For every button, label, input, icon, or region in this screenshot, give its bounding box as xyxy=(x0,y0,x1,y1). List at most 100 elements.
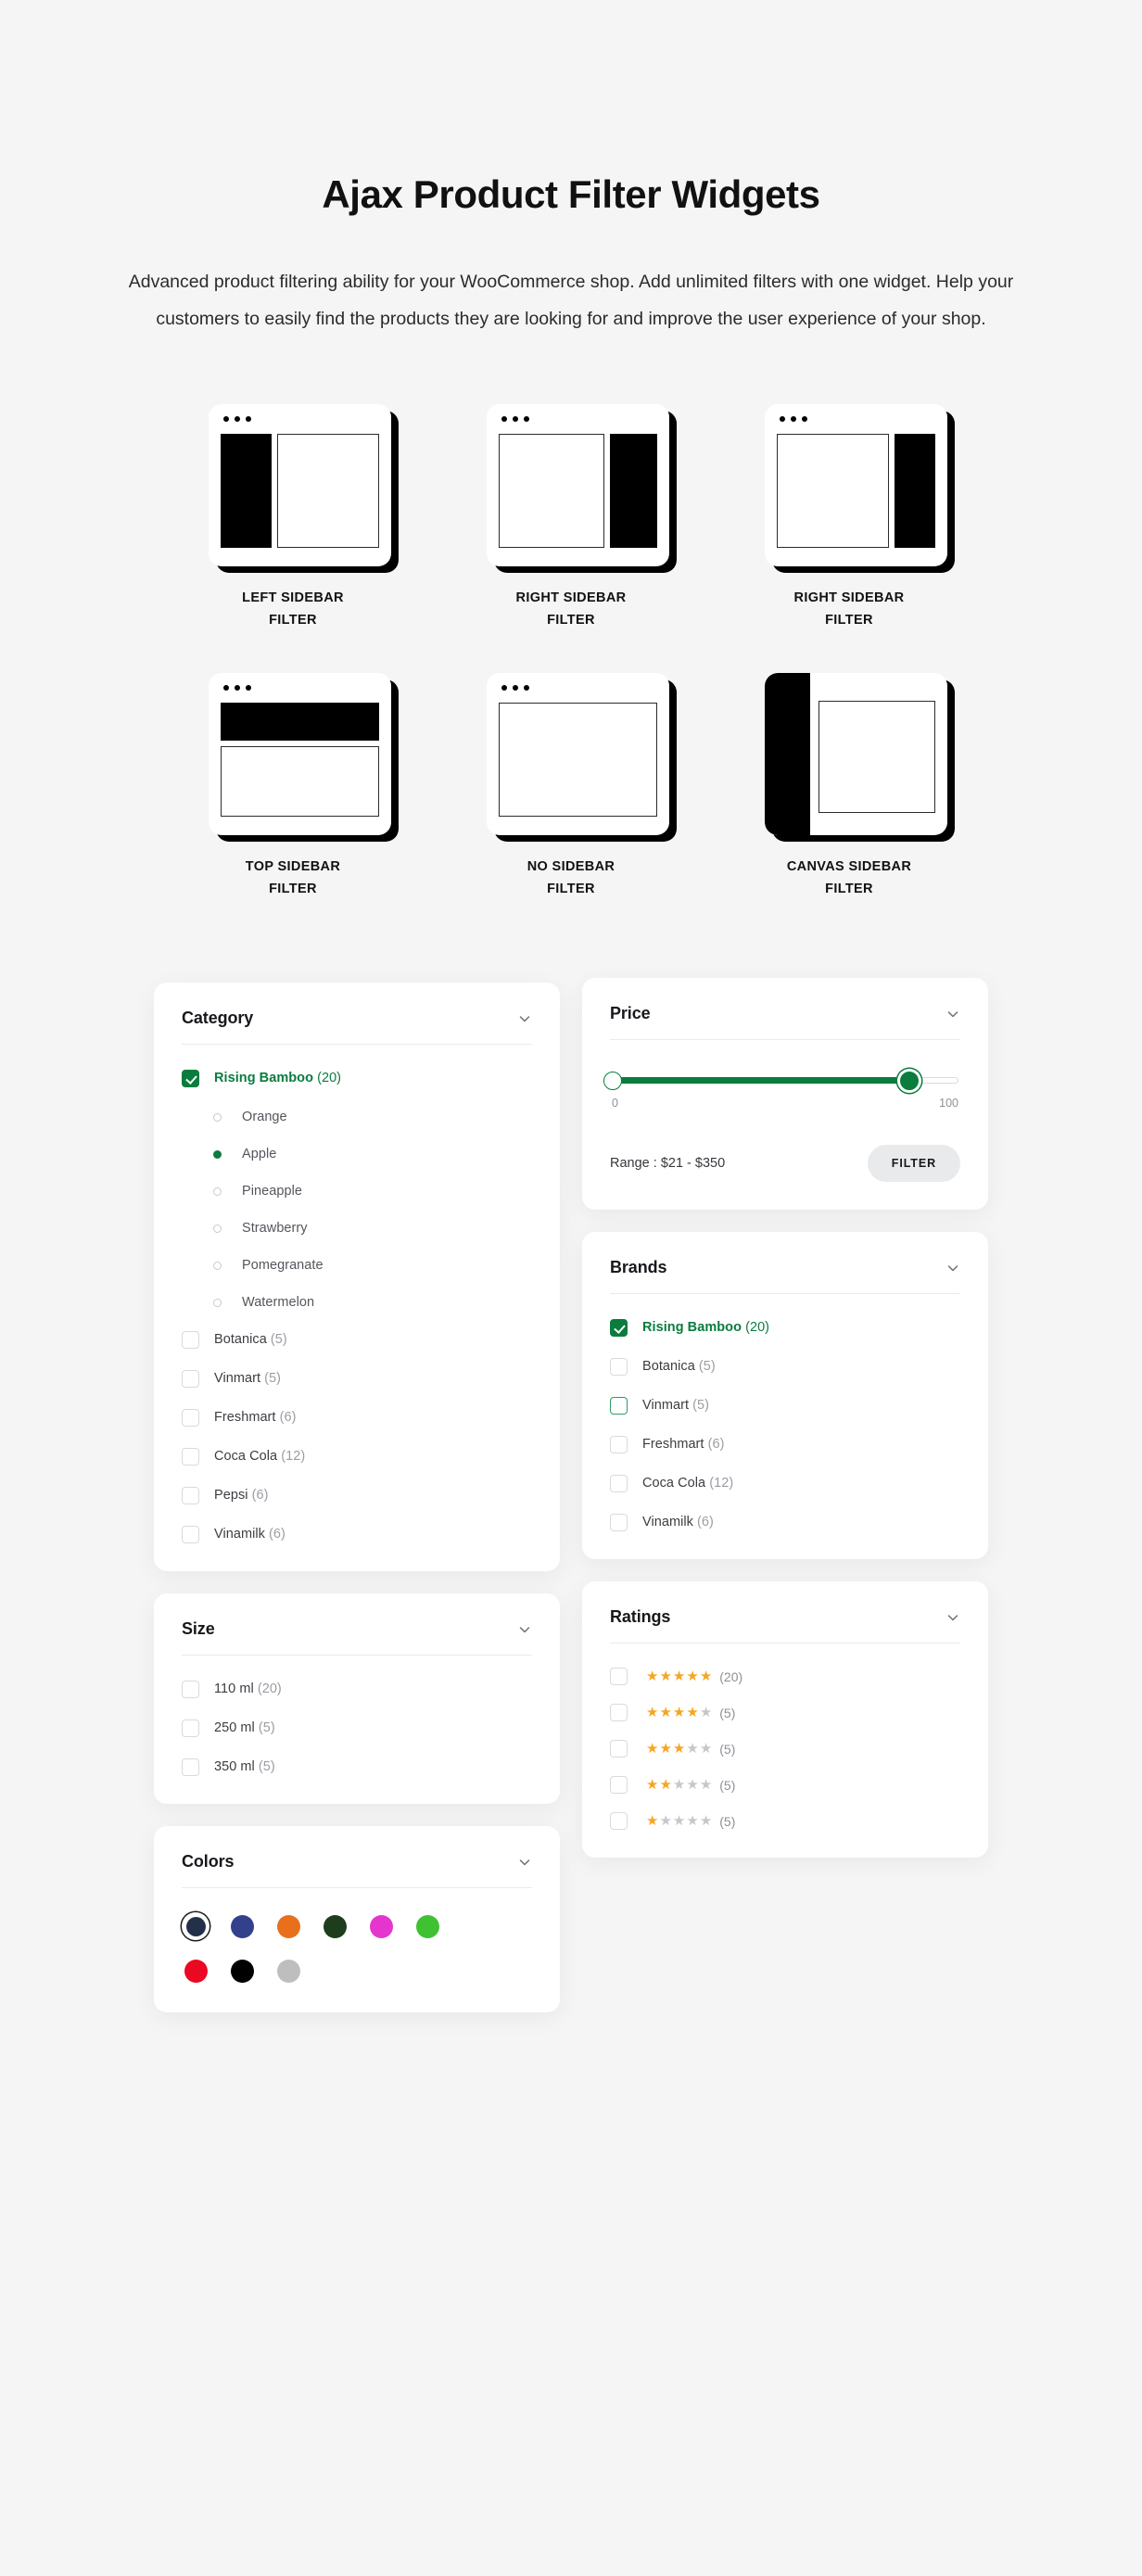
checkbox[interactable] xyxy=(610,1475,628,1492)
slider-track[interactable] xyxy=(612,1077,958,1084)
radio-button[interactable] xyxy=(213,1262,222,1270)
color-swatch-0[interactable] xyxy=(182,1912,209,1940)
layout-option-0[interactable]: LEFT SIDEBARFILTER xyxy=(154,399,432,632)
checkbox[interactable] xyxy=(610,1740,628,1758)
rating-item-2[interactable]: ★★★★★(5) xyxy=(610,1740,960,1758)
brand-item-5[interactable]: Vinamilk (6) xyxy=(610,1513,960,1531)
checkbox[interactable] xyxy=(182,1409,199,1427)
layout-option-1[interactable]: RIGHT SIDEBARFILTER xyxy=(432,399,710,632)
rating-count: (5) xyxy=(719,1707,735,1719)
layout-thumbnail[interactable] xyxy=(200,399,386,565)
size-item-1[interactable]: 250 ml (5) xyxy=(182,1719,532,1737)
category-item-1[interactable]: Orange xyxy=(182,1108,532,1126)
layout-option-5[interactable]: CANVAS SIDEBARFILTER xyxy=(710,667,988,901)
checkbox[interactable] xyxy=(610,1358,628,1376)
layout-thumbnail[interactable] xyxy=(478,667,664,834)
checkbox[interactable] xyxy=(610,1776,628,1794)
checkbox[interactable] xyxy=(610,1397,628,1415)
checkbox[interactable] xyxy=(182,1331,199,1349)
size-item-0[interactable]: 110 ml (20) xyxy=(182,1680,532,1698)
layout-thumbnail[interactable] xyxy=(200,667,386,834)
category-item-11[interactable]: Pepsi (6) xyxy=(182,1486,532,1504)
category-item-0[interactable]: Rising Bamboo (20) xyxy=(182,1069,532,1087)
star-icon: ★ xyxy=(673,1669,685,1683)
radio-button[interactable] xyxy=(213,1225,222,1233)
category-item-6[interactable]: Watermelon xyxy=(182,1293,532,1312)
layout-option-4[interactable]: NO SIDEBARFILTER xyxy=(432,667,710,901)
category-item-3[interactable]: Pineapple xyxy=(182,1182,532,1200)
radio-button[interactable] xyxy=(213,1299,222,1307)
thumbnail-window xyxy=(765,673,947,835)
checkbox[interactable] xyxy=(610,1436,628,1453)
brand-item-2[interactable]: Vinmart (5) xyxy=(610,1396,960,1415)
star-icon: ★ xyxy=(659,1669,671,1683)
checkbox[interactable] xyxy=(610,1319,628,1337)
color-swatch-1[interactable] xyxy=(228,1912,256,1940)
color-swatch-2[interactable] xyxy=(274,1912,302,1940)
category-item-5[interactable]: Pomegranate xyxy=(182,1256,532,1275)
checkbox[interactable] xyxy=(182,1448,199,1466)
rating-item-4[interactable]: ★★★★★(5) xyxy=(610,1812,960,1830)
slider-max-label: 100 xyxy=(939,1097,958,1110)
checkbox[interactable] xyxy=(182,1681,199,1698)
item-label: Vinmart (5) xyxy=(642,1398,709,1413)
brand-item-3[interactable]: Freshmart (6) xyxy=(610,1435,960,1453)
filter-button[interactable]: FILTER xyxy=(868,1145,960,1182)
layout-thumbnail[interactable] xyxy=(756,399,942,565)
thumbnail-window xyxy=(487,404,669,566)
chevron-down-icon[interactable] xyxy=(945,1261,960,1275)
layout-option-3[interactable]: TOP SIDEBARFILTER xyxy=(154,667,432,901)
layout-thumbnail[interactable] xyxy=(478,399,664,565)
size-item-2[interactable]: 350 ml (5) xyxy=(182,1758,532,1776)
color-swatch-4[interactable] xyxy=(367,1912,395,1940)
chevron-down-icon[interactable] xyxy=(945,1610,960,1625)
checkbox[interactable] xyxy=(610,1514,628,1531)
layout-option-2[interactable]: RIGHT SIDEBARFILTER xyxy=(710,399,988,632)
category-item-8[interactable]: Vinmart (5) xyxy=(182,1369,532,1388)
radio-button[interactable] xyxy=(213,1187,222,1196)
color-swatch-6[interactable] xyxy=(182,1957,209,1985)
rating-item-1[interactable]: ★★★★★(5) xyxy=(610,1704,960,1721)
layout-thumbnail[interactable] xyxy=(756,667,942,834)
radio-button[interactable] xyxy=(213,1150,222,1159)
checkbox[interactable] xyxy=(182,1370,199,1388)
checkbox[interactable] xyxy=(610,1812,628,1830)
color-swatch-5[interactable] xyxy=(413,1912,441,1940)
rating-item-3[interactable]: ★★★★★(5) xyxy=(610,1776,960,1794)
slider-knob-min[interactable] xyxy=(603,1072,622,1090)
chevron-down-icon[interactable] xyxy=(945,1007,960,1022)
chevron-down-icon[interactable] xyxy=(517,1011,532,1026)
brand-item-0[interactable]: Rising Bamboo (20) xyxy=(610,1318,960,1337)
color-dot xyxy=(231,1915,254,1938)
brand-item-1[interactable]: Botanica (5) xyxy=(610,1357,960,1376)
category-item-12[interactable]: Vinamilk (6) xyxy=(182,1525,532,1543)
category-item-9[interactable]: Freshmart (6) xyxy=(182,1408,532,1427)
radio-button[interactable] xyxy=(213,1113,222,1122)
brands-list: Rising Bamboo (20) Botanica (5) Vinmart (5… xyxy=(610,1294,960,1531)
category-item-7[interactable]: Botanica (5) xyxy=(182,1330,532,1349)
category-item-2[interactable]: Apple xyxy=(182,1145,532,1163)
color-swatch-8[interactable] xyxy=(274,1957,302,1985)
rating-count: (20) xyxy=(719,1670,742,1683)
checkbox[interactable] xyxy=(182,1070,199,1087)
color-swatch-7[interactable] xyxy=(228,1957,256,1985)
chevron-down-icon[interactable] xyxy=(517,1855,532,1870)
chevron-down-icon[interactable] xyxy=(517,1622,532,1637)
ratings-list: ★★★★★(20)★★★★★(5)★★★★★(5)★★★★★(5)★★★★★(5… xyxy=(610,1643,960,1830)
checkbox[interactable] xyxy=(610,1668,628,1685)
slider-knob-max[interactable] xyxy=(900,1072,919,1090)
item-count: (6) xyxy=(269,1527,286,1542)
brand-item-4[interactable]: Coca Cola (12) xyxy=(610,1474,960,1492)
category-item-4[interactable]: Strawberry xyxy=(182,1219,532,1237)
rating-item-0[interactable]: ★★★★★(20) xyxy=(610,1668,960,1685)
checkbox[interactable] xyxy=(182,1526,199,1543)
checkbox[interactable] xyxy=(610,1704,628,1721)
color-swatch-3[interactable] xyxy=(321,1912,349,1940)
checkbox[interactable] xyxy=(182,1719,199,1737)
category-item-10[interactable]: Coca Cola (12) xyxy=(182,1447,532,1466)
checkbox[interactable] xyxy=(182,1758,199,1776)
checkbox[interactable] xyxy=(182,1487,199,1504)
star-icon: ★ xyxy=(686,1778,698,1792)
price-range-slider[interactable]: 0 100 xyxy=(610,1064,960,1110)
brands-header: Brands xyxy=(610,1258,960,1277)
